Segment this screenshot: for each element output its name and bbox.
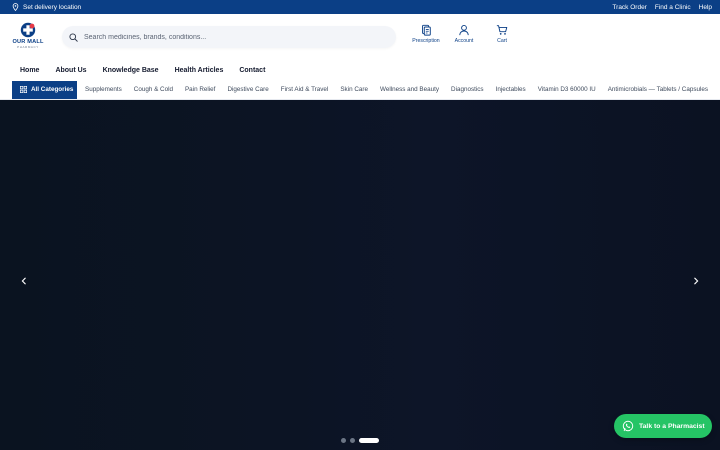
category-wellness-beauty[interactable]: Wellness and Beauty — [374, 86, 445, 93]
account-button[interactable]: Account — [445, 24, 483, 44]
chevron-left-icon — [21, 277, 26, 285]
search-icon — [69, 32, 78, 42]
category-first-aid-travel[interactable]: First Aid & Travel — [275, 86, 335, 93]
nav-contact[interactable]: Contact — [239, 67, 265, 74]
delivery-location[interactable]: Set delivery location — [12, 3, 81, 11]
nav-knowledge-base[interactable]: Knowledge Base — [103, 67, 159, 74]
category-skin-care[interactable]: Skin Care — [334, 86, 374, 93]
cart-icon — [496, 25, 508, 35]
prescription-icon — [422, 24, 431, 36]
carousel-dot-2[interactable] — [350, 438, 355, 443]
hero-carousel[interactable] — [0, 100, 720, 450]
category-supplements[interactable]: Supplements — [79, 86, 128, 93]
category-injectables[interactable]: Injectables — [490, 86, 532, 93]
carousel-next-button[interactable] — [689, 274, 703, 288]
all-categories-button[interactable]: All Categories — [12, 80, 77, 99]
category-pain-relief[interactable]: Pain Relief — [179, 86, 221, 93]
prescription-button[interactable]: Prescription — [407, 24, 445, 44]
category-diagnostics[interactable]: Diagnostics — [445, 86, 490, 93]
talk-to-pharmacist-button[interactable]: Talk to a Pharmacist — [614, 414, 712, 438]
category-cough-cold[interactable]: Cough & Cold — [128, 86, 179, 93]
search-input[interactable] — [84, 33, 384, 41]
top-utility-bar: Set delivery location Track Order Find a… — [0, 0, 720, 14]
delivery-location-label: Set delivery location — [23, 3, 82, 11]
nav-health-articles[interactable]: Health Articles — [175, 67, 224, 74]
help-link[interactable]: Help — [699, 4, 712, 11]
site-header: OUR MALL PHARMACY Prescription Account C… — [0, 14, 720, 60]
grid-icon — [20, 86, 27, 93]
brand-logo[interactable]: OUR MALL PHARMACY — [11, 22, 45, 54]
category-digestive-care[interactable]: Digestive Care — [221, 86, 274, 93]
cart-label: Cart — [497, 38, 507, 44]
account-icon — [459, 24, 469, 36]
carousel-dot-1[interactable] — [341, 438, 346, 443]
cart-button[interactable]: Cart — [483, 24, 521, 44]
category-bar: All Categories Supplements Cough & Cold … — [0, 80, 720, 100]
category-vitamin-d3[interactable]: Vitamin D3 60000 IU — [532, 86, 602, 93]
carousel-prev-button[interactable] — [17, 274, 31, 288]
carousel-pagination — [341, 438, 379, 443]
nav-about-us[interactable]: About Us — [55, 67, 86, 74]
whatsapp-icon — [622, 420, 634, 432]
talk-to-pharmacist-label: Talk to a Pharmacist — [639, 422, 705, 430]
brand-tagline: PHARMACY — [17, 45, 39, 49]
nav-home[interactable]: Home — [20, 67, 39, 74]
pharmacy-cross-logo-icon — [20, 22, 36, 38]
account-label: Account — [454, 38, 474, 44]
carousel-dot-3[interactable] — [359, 438, 379, 443]
location-pin-icon — [12, 3, 19, 11]
prescription-label: Prescription — [412, 38, 440, 44]
main-navigation: Home About Us Knowledge Base Health Arti… — [0, 60, 720, 80]
find-clinic-link[interactable]: Find a Clinic — [655, 4, 691, 11]
track-order-link[interactable]: Track Order — [612, 4, 646, 11]
chevron-right-icon — [694, 277, 699, 285]
category-antimicrobials[interactable]: Antimicrobials — Tablets / Capsules — [602, 86, 714, 93]
search-bar[interactable] — [62, 26, 396, 48]
all-categories-label: All Categories — [31, 86, 74, 93]
